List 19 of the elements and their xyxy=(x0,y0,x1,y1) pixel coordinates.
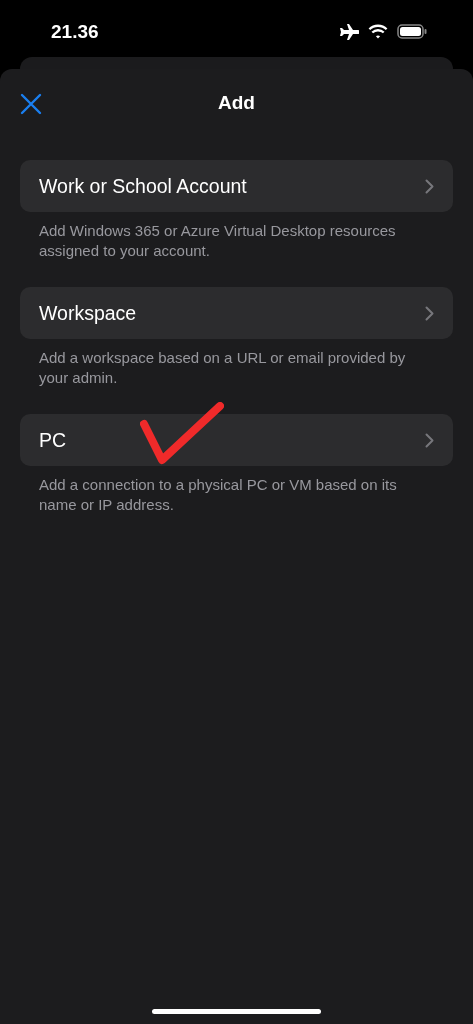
option-description: Add a connection to a physical PC or VM based on its name or IP address. xyxy=(38,475,398,515)
option-row[interactable]: Workspace xyxy=(20,287,453,339)
option-row[interactable]: PC xyxy=(20,414,453,466)
close-button[interactable] xyxy=(18,91,44,117)
status-time: 21.36 xyxy=(51,20,99,43)
close-icon xyxy=(20,93,42,115)
battery-icon xyxy=(397,24,427,39)
wifi-icon xyxy=(368,24,388,39)
chevron-icon xyxy=(425,432,434,448)
option-description: Add Windows 365 or Azure Virtual Desktop resources assigned to your account. xyxy=(38,221,397,261)
option-row[interactable]: Work or School Account xyxy=(20,160,453,212)
option-label: PC xyxy=(39,428,67,452)
chevron-icon xyxy=(425,305,434,321)
option-description: Add a workspace based on a URL or email provided by your admin. xyxy=(38,348,407,388)
option-label: Workspace xyxy=(39,301,137,325)
option-label: Work or School Account xyxy=(39,174,247,198)
chevron-icon xyxy=(425,178,434,194)
sheet-title: Add xyxy=(218,92,255,114)
airplane-icon xyxy=(339,23,359,40)
